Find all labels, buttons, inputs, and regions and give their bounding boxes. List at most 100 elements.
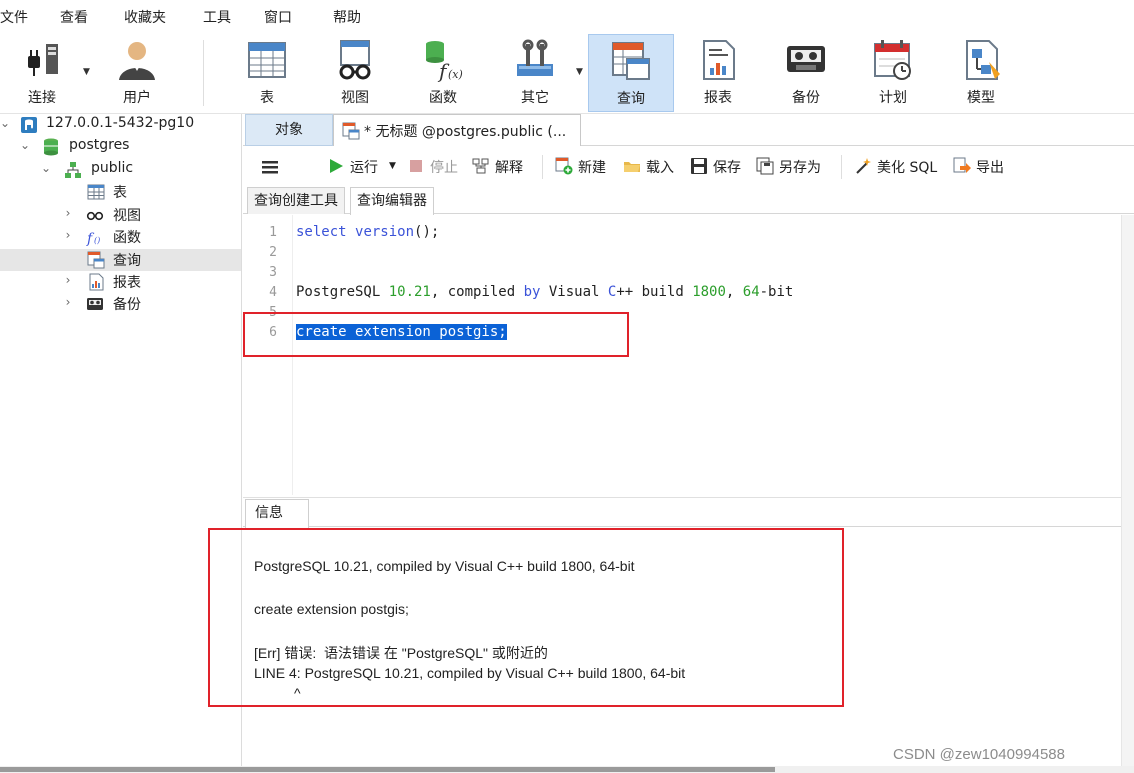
backup-tape-icon xyxy=(87,298,103,310)
tree-item-queries[interactable]: 查询 xyxy=(0,249,241,271)
other-dropdown-icon[interactable]: ▼ xyxy=(576,67,583,77)
code-number: 64 xyxy=(742,284,760,300)
new-query-icon xyxy=(555,157,573,175)
expand-arrow-icon[interactable]: › xyxy=(62,206,74,220)
report-icon xyxy=(703,40,735,80)
tab-query-title: * 无标题 @postgres.public (... xyxy=(364,124,567,140)
schedule-label: 计划 xyxy=(879,90,907,106)
run-button[interactable]: 运行 xyxy=(350,157,378,177)
sql-keyword: select xyxy=(296,224,347,240)
collapse-arrow-icon[interactable]: ⌄ xyxy=(40,161,52,175)
expand-arrow-icon[interactable]: › xyxy=(62,273,74,287)
tree-item-schema[interactable]: ⌄ public xyxy=(0,159,241,181)
backup-tape-icon xyxy=(787,46,825,72)
watermark: CSDN @zew1040994588 xyxy=(893,746,1065,763)
tools-icon xyxy=(517,39,553,76)
code-line-1: select version(); xyxy=(296,224,439,240)
model-button[interactable]: 模型 xyxy=(939,34,1023,112)
main-toolbar: 连接 ▼ 用户 表 视图 f (x) 函数 其它 ▼ 查询 报表 备份 计划 模… xyxy=(0,34,1134,114)
code-line-4: PostgreSQL 10.21, compiled by Visual C++… xyxy=(296,284,793,300)
sql-keyword: by xyxy=(523,284,541,300)
query-table-icon xyxy=(342,122,360,140)
tree-item-server[interactable]: ⌄ 127.0.0.1-5432-pg10 xyxy=(0,114,241,136)
view-button[interactable]: 视图 xyxy=(313,34,397,112)
menu-tools[interactable]: 工具 xyxy=(203,7,231,27)
table-button[interactable]: 表 xyxy=(225,34,309,112)
other-label: 其它 xyxy=(521,90,549,106)
menu-view[interactable]: 查看 xyxy=(60,7,88,27)
export-icon xyxy=(953,157,971,173)
tree-item-tables[interactable]: 表 xyxy=(0,181,241,203)
collapse-arrow-icon[interactable]: ⌄ xyxy=(19,138,31,152)
table-icon xyxy=(87,184,105,200)
tab-query-builder[interactable]: 查询创建工具 xyxy=(247,187,345,214)
database-icon xyxy=(44,138,58,156)
query-button[interactable]: 查询 xyxy=(588,34,674,112)
horizontal-scrollbar[interactable] xyxy=(0,766,1134,773)
run-dropdown-icon[interactable]: ▼ xyxy=(389,161,396,171)
menu-help[interactable]: 帮助 xyxy=(333,7,361,27)
magic-wand-icon xyxy=(856,158,871,174)
svg-text:(): () xyxy=(94,236,100,245)
connect-button[interactable]: 连接 xyxy=(0,34,84,112)
expand-arrow-icon[interactable]: › xyxy=(62,228,74,242)
toolbar-divider xyxy=(542,155,543,179)
menu-bar: 文件 查看 收藏夹 工具 窗口 帮助 xyxy=(0,0,1134,34)
highlight-box xyxy=(208,528,844,707)
save-button[interactable]: 保存 xyxy=(713,157,741,177)
new-button[interactable]: 新建 xyxy=(578,157,606,177)
user-button[interactable]: 用户 xyxy=(95,34,179,112)
view-glasses-icon xyxy=(86,211,104,221)
tree-item-functions[interactable]: › f () 函数 xyxy=(0,226,241,248)
menu-icon[interactable] xyxy=(261,158,279,176)
tree-item-database[interactable]: ⌄ postgres xyxy=(0,136,241,158)
sql-function: version xyxy=(355,224,415,240)
tree-item-label: 127.0.0.1-5432-pg10 xyxy=(46,115,195,131)
backup-button[interactable]: 备份 xyxy=(764,34,848,112)
vertical-scrollbar[interactable] xyxy=(1121,215,1134,766)
scrollbar-thumb[interactable] xyxy=(0,767,775,772)
document-tabs: 对象 * 无标题 @postgres.public (... xyxy=(243,114,1134,146)
code-number: 10.21 xyxy=(388,284,431,300)
load-folder-icon xyxy=(624,162,640,172)
tree-item-views[interactable]: › 视图 xyxy=(0,204,241,226)
report-button[interactable]: 报表 xyxy=(676,34,760,112)
export-button[interactable]: 导出 xyxy=(976,157,1004,177)
model-diagram-icon xyxy=(966,40,1000,80)
tab-query[interactable]: * 无标题 @postgres.public (... xyxy=(333,114,581,146)
object-tree: ⌄ 127.0.0.1-5432-pg10 ⌄ postgres ⌄ publi… xyxy=(0,114,242,766)
beautify-sql-button[interactable]: 美化 SQL xyxy=(877,157,937,177)
code-text: (); xyxy=(414,224,440,240)
tab-objects[interactable]: 对象 xyxy=(245,114,333,146)
menu-favorites[interactable]: 收藏夹 xyxy=(124,7,166,27)
line-number: 1 xyxy=(269,225,277,240)
tab-info[interactable]: 信息 xyxy=(245,499,309,528)
explain-button[interactable]: 解释 xyxy=(495,157,523,177)
tree-item-backups[interactable]: › 备份 xyxy=(0,293,241,315)
code-text: -bit xyxy=(759,284,794,300)
plug-connection-icon xyxy=(28,44,58,76)
explain-icon xyxy=(472,158,489,174)
schedule-button[interactable]: 计划 xyxy=(851,34,935,112)
collapse-arrow-icon[interactable]: ⌄ xyxy=(0,116,11,130)
expand-arrow-icon[interactable]: › xyxy=(62,295,74,309)
menu-window[interactable]: 窗口 xyxy=(264,7,292,27)
stop-button[interactable]: 停止 xyxy=(430,157,458,177)
tab-query-editor[interactable]: 查询编辑器 xyxy=(350,187,434,215)
run-play-icon xyxy=(330,159,343,173)
highlight-box xyxy=(243,312,629,357)
function-fx-icon: f (x) xyxy=(426,41,463,82)
save-as-button[interactable]: 另存为 xyxy=(779,157,821,177)
save-as-icon xyxy=(756,157,774,175)
tree-item-label: postgres xyxy=(69,137,130,153)
menu-file[interactable]: 文件 xyxy=(0,7,28,27)
tree-item-reports[interactable]: › 报表 xyxy=(0,271,241,293)
load-button[interactable]: 载入 xyxy=(646,157,674,177)
connect-dropdown-icon[interactable]: ▼ xyxy=(83,67,90,77)
user-label: 用户 xyxy=(123,90,151,106)
toolbar-divider xyxy=(841,155,842,179)
function-button[interactable]: f (x) 函数 xyxy=(401,34,485,112)
tree-item-label: 表 xyxy=(113,185,127,201)
other-button[interactable]: 其它 xyxy=(493,34,577,112)
